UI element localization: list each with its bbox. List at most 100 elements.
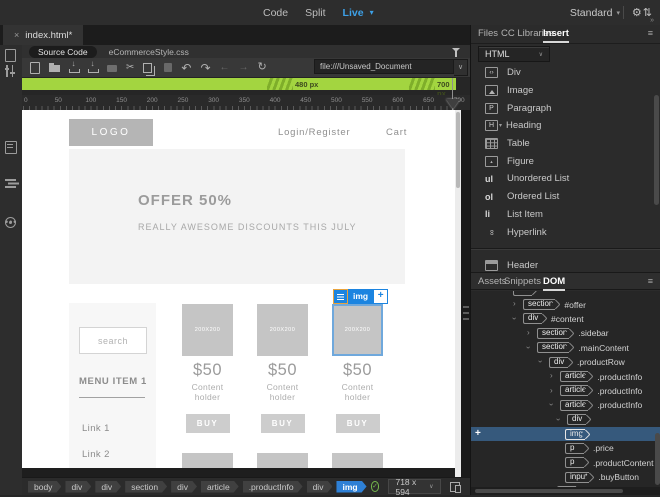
filter-icon[interactable] (452, 48, 460, 57)
splitter-grip-icon[interactable] (462, 306, 469, 308)
tree-open-arrow-icon[interactable]: › (510, 317, 519, 320)
css-designer-icon[interactable] (4, 65, 17, 77)
dom-row-div[interactable]: › div (471, 413, 660, 427)
product-image-placeholder[interactable]: 200X200 (182, 304, 233, 356)
tab-insert[interactable]: Insert (543, 28, 569, 43)
workspace-switcher[interactable]: Standard ▾ (570, 0, 620, 25)
tab-assets[interactable]: Assets (478, 276, 507, 287)
viewport-resize-handle[interactable] (446, 99, 460, 109)
insert-item-ordered-list[interactable]: ol Ordered List (471, 188, 660, 206)
product-image-placeholder[interactable]: 200X200 (257, 304, 308, 356)
window-size-selector[interactable]: 718 x 594 ∨ (388, 477, 441, 497)
buy-button[interactable]: BUY (260, 414, 305, 433)
tag-selector-item[interactable]: article (201, 481, 239, 493)
tag-selector-item[interactable]: div (65, 481, 91, 493)
more-options-icon[interactable]: ••• (5, 217, 17, 227)
chevron-down-icon[interactable]: ▾ (370, 8, 374, 17)
insert-item-figure[interactable]: Figure (471, 152, 660, 170)
insert-item-heading[interactable]: ▾ Heading (471, 117, 660, 135)
gear-icon[interactable]: ⚙ (632, 6, 642, 19)
tree-closed-arrow-icon[interactable]: › (550, 386, 553, 395)
dom-row-article[interactable]: › article .productInfo (471, 369, 660, 383)
tag-selector-item[interactable]: img (336, 481, 366, 493)
buy-button[interactable]: BUY (335, 414, 380, 433)
search-input[interactable] (79, 327, 147, 354)
device-preview-icon[interactable] (449, 481, 462, 493)
insert-item-image[interactable]: Image (471, 82, 660, 100)
dom-row-section[interactable]: › section .mainContent (471, 341, 660, 355)
save-all-icon[interactable] (88, 60, 99, 73)
files-icon[interactable] (5, 49, 16, 62)
dom-row-section[interactable]: › section #offer (471, 297, 660, 311)
tag-selector-item[interactable]: section (125, 481, 167, 493)
mode-code-button[interactable]: Code (263, 7, 288, 19)
chevron-down-icon[interactable]: ∨ (454, 59, 468, 76)
insert-item-list-item[interactable]: li List Item (471, 206, 660, 224)
insert-item-table[interactable]: Table (471, 135, 660, 153)
cut-icon[interactable]: ✂ (126, 62, 134, 73)
collapse-panels-icon[interactable]: » (650, 17, 654, 24)
tag-selector-item[interactable]: div (95, 481, 121, 493)
insert-item-paragraph[interactable]: Paragraph (471, 99, 660, 117)
open-folder-icon[interactable] (49, 63, 60, 72)
tag-selector-item[interactable]: div (307, 481, 333, 493)
nav-cart[interactable]: Cart (386, 127, 407, 138)
insert-item-hyperlink[interactable]: Hyperlink (471, 223, 660, 241)
redo-icon[interactable]: ↷ (200, 62, 210, 74)
undo-icon[interactable]: ↶ (181, 62, 191, 74)
tree-closed-arrow-icon[interactable]: › (513, 299, 516, 308)
tag-selector-item[interactable]: body (28, 481, 61, 493)
refresh-icon[interactable]: ↻ (258, 62, 267, 73)
tree-open-arrow-icon[interactable]: › (554, 418, 563, 421)
dom-horizontal-scrollbar[interactable] (471, 487, 660, 495)
dom-row-p[interactable]: p .price (471, 441, 660, 455)
copy-icon[interactable] (143, 62, 153, 73)
scrollbar-thumb[interactable] (456, 112, 460, 188)
tab-dom[interactable]: DOM (543, 276, 566, 291)
hamburger-icon[interactable] (333, 289, 348, 304)
save-icon[interactable] (69, 60, 80, 73)
dom-row-p[interactable]: p .productContent (471, 456, 660, 470)
dom-row-section[interactable]: › section .sidebar (471, 326, 660, 340)
media-query-bar[interactable]: 480 px 700 px (22, 78, 456, 98)
panel-menu-icon[interactable]: ≡ (648, 28, 653, 38)
lint-ok-icon[interactable]: ✓ (370, 481, 380, 492)
element-display-tag[interactable]: img (348, 289, 374, 304)
insert-scrollbar-thumb[interactable] (654, 95, 659, 205)
tag-selector-item[interactable]: div (171, 481, 197, 493)
related-file-source-code[interactable]: Source Code (29, 45, 97, 58)
panel-splitter[interactable] (461, 110, 470, 477)
dom-row-article[interactable]: › article .productInfo (471, 398, 660, 412)
add-element-icon[interactable]: + (373, 289, 389, 304)
nav-login-register[interactable]: Login/Register (278, 127, 350, 138)
tree-open-arrow-icon[interactable]: › (536, 360, 545, 363)
insert-item-unordered-list[interactable]: ul Unordered List (471, 170, 660, 188)
tree-open-arrow-icon[interactable]: › (524, 346, 533, 349)
address-bar[interactable] (314, 59, 454, 74)
insert-item-div[interactable]: Div (471, 64, 660, 82)
tab-files[interactable]: Files (478, 28, 498, 39)
scrollbar-thumb[interactable] (475, 489, 623, 493)
dom-scrollbar-thumb[interactable] (655, 433, 660, 485)
document-tab[interactable]: × index.html* (3, 25, 84, 45)
tree-open-arrow-icon[interactable]: › (547, 403, 556, 406)
related-file-css[interactable]: eCommerceStyle.css (109, 47, 189, 57)
dom-row-input[interactable]: input .buyButton (471, 470, 660, 484)
site-logo[interactable]: LOGO (69, 119, 153, 146)
mode-live-button[interactable]: Live (343, 7, 364, 19)
dom-row-article[interactable]: › article .productInfo (471, 384, 660, 398)
tree-closed-arrow-icon[interactable]: › (550, 371, 553, 380)
panel-menu-icon[interactable]: ≡ (648, 276, 653, 286)
new-document-icon[interactable] (30, 61, 40, 74)
tree-closed-arrow-icon[interactable]: › (527, 328, 530, 337)
buy-button[interactable]: BUY (185, 414, 230, 433)
sidebar-link-2[interactable]: Link 2 (82, 449, 110, 460)
mode-split-button[interactable]: Split (305, 7, 325, 19)
close-icon[interactable]: × (14, 30, 19, 40)
add-element-icon[interactable]: + (475, 428, 481, 439)
dom-row-img[interactable]: + img (471, 426, 660, 442)
tab-snippets[interactable]: Snippets (504, 276, 541, 287)
tag-selector-item[interactable]: .productInfo (243, 481, 303, 493)
code-inspector-icon[interactable] (5, 141, 17, 154)
dom-row-div[interactable]: › div .productRow (471, 355, 660, 369)
